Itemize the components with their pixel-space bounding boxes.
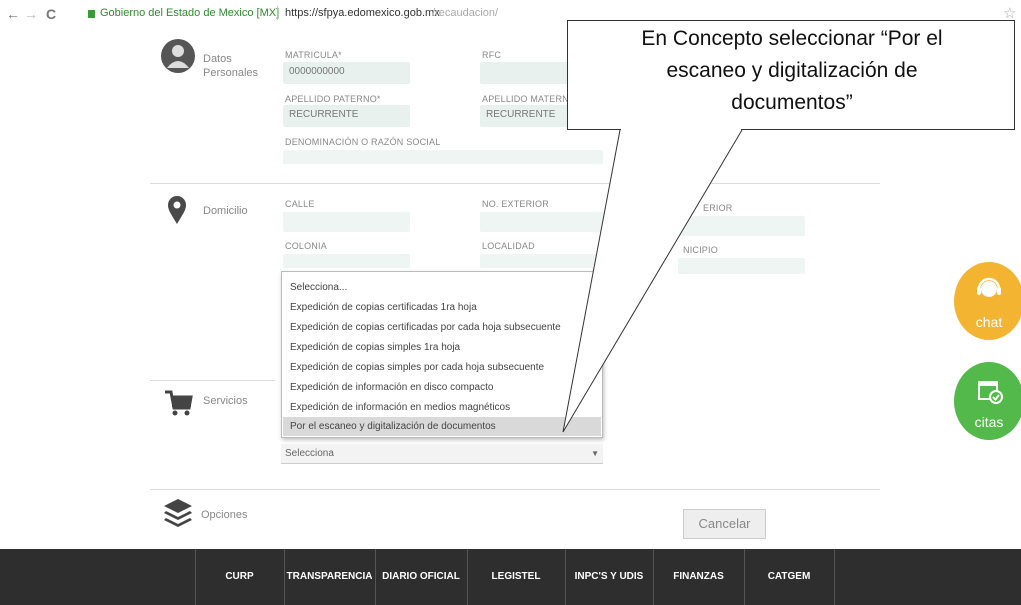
footer-divider	[834, 549, 835, 605]
footer-link-inpcs-udis[interactable]: INPC'S Y UDIS	[565, 571, 653, 582]
footer-link-legistel[interactable]: LEGISTEL	[467, 571, 565, 582]
footer-link-transparencia[interactable]: TRANSPARENCIA	[284, 571, 375, 582]
footer-link-catgem[interactable]: CATGEM	[744, 571, 834, 582]
footer-link-diario-oficial[interactable]: DIARIO OFICIAL	[375, 571, 467, 582]
page-root: ← → C Gobierno del Estado de Mexico [MX]…	[0, 0, 1021, 605]
footer-link-finanzas[interactable]: FINANZAS	[653, 571, 744, 582]
footer-link-curp[interactable]: CURP	[195, 571, 284, 582]
callout-pointer	[562, 129, 743, 433]
footer-nav: CURP TRANSPARENCIA DIARIO OFICIAL LEGIST…	[0, 549, 1021, 605]
